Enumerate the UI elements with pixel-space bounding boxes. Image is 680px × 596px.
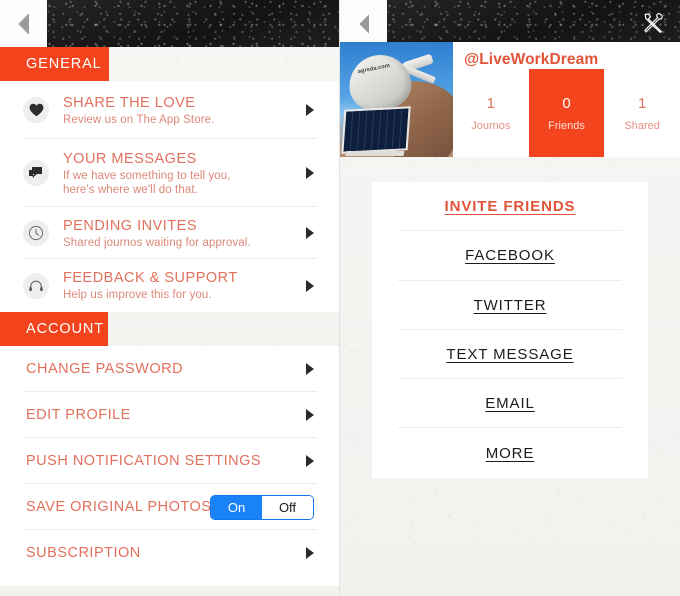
list-item-subtitle: Review us on The App Store. xyxy=(63,113,215,126)
profile-card: agreda.com @LiveWorkDream 1 Journos 0 Fr… xyxy=(340,42,680,157)
wrench-screwdriver-icon xyxy=(644,13,663,33)
list-item-share-the-love[interactable]: SHARE THE LOVE Review us on The App Stor… xyxy=(0,81,339,139)
list-item-change-password[interactable]: CHANGE PASSWORD xyxy=(0,346,339,392)
list-item-text: PENDING INVITES Shared journos waiting f… xyxy=(63,217,294,250)
stat-friends-label: Friends xyxy=(548,120,585,132)
list-item-title: PUSH NOTIFICATION SETTINGS xyxy=(26,453,262,469)
list-item-text: SAVE ORIGINAL PHOTOS xyxy=(26,498,212,516)
list-item-subtitle: If we have something to tell you, here's… xyxy=(63,169,231,196)
profile-stats: 1 Journos 0 Friends 1 Shared xyxy=(453,69,680,157)
invite-option-email[interactable]: EMAIL xyxy=(372,379,648,429)
list-item-title: EDIT PROFILE xyxy=(26,407,131,423)
stat-journos-value: 1 xyxy=(486,95,495,112)
list-item-text: PUSH NOTIFICATION SETTINGS xyxy=(26,452,294,470)
invite-option-facebook[interactable]: FACEBOOK xyxy=(372,231,648,281)
toggle-option-on[interactable]: On xyxy=(211,495,262,519)
list-item-text: CHANGE PASSWORD xyxy=(26,360,294,378)
solar-panel xyxy=(341,106,411,154)
list-item-title: SAVE ORIGINAL PHOTOS xyxy=(26,499,212,515)
stat-shared-value: 1 xyxy=(638,95,647,112)
stat-friends-value: 0 xyxy=(562,95,571,112)
stat-journos[interactable]: 1 Journos xyxy=(453,69,529,157)
chevron-right-icon xyxy=(306,455,314,467)
general-list: SHARE THE LOVE Review us on The App Stor… xyxy=(0,81,339,312)
chevron-right-icon xyxy=(306,227,314,239)
invite-option-label: FACEBOOK xyxy=(465,247,555,265)
back-button[interactable] xyxy=(0,0,47,47)
list-item-title: PENDING INVITES xyxy=(63,217,197,234)
app-root: GENERAL SHARE THE LOVE Review us on The … xyxy=(0,0,680,596)
right-topbar xyxy=(340,0,680,47)
list-item-title: SUBSCRIPTION xyxy=(26,545,141,561)
list-item-title: SHARE THE LOVE xyxy=(63,94,196,111)
solar-panel-base xyxy=(345,151,405,156)
list-item-feedback-support[interactable]: FEEDBACK & SUPPORT Help us improve this … xyxy=(0,259,339,312)
chevron-left-icon xyxy=(17,13,29,34)
invite-option-more[interactable]: MORE xyxy=(372,428,648,477)
section-header-general-label: GENERAL xyxy=(26,56,102,72)
avatar[interactable]: agreda.com xyxy=(340,42,453,157)
chevron-right-icon xyxy=(306,279,314,292)
list-item-text: FEEDBACK & SUPPORT Help us improve this … xyxy=(63,269,294,302)
chevron-right-icon xyxy=(306,104,314,116)
chevron-right-icon xyxy=(306,409,314,421)
invite-option-twitter[interactable]: TWITTER xyxy=(372,281,648,330)
list-item-text: EDIT PROFILE xyxy=(26,406,294,424)
invite-option-label: TEXT MESSAGE xyxy=(446,346,574,364)
chevron-right-icon xyxy=(306,167,314,179)
stat-shared[interactable]: 1 Shared xyxy=(604,69,680,157)
list-item-text: SUBSCRIPTION xyxy=(26,544,294,562)
invite-option-label: TWITTER xyxy=(473,296,547,314)
section-header-account-label: ACCOUNT xyxy=(26,321,104,337)
list-item-pending-invites[interactable]: PENDING INVITES Shared journos waiting f… xyxy=(0,207,339,259)
left-topbar xyxy=(0,0,339,47)
clock-icon xyxy=(23,220,49,246)
invite-option-label: EMAIL xyxy=(485,395,535,413)
headset-icon xyxy=(23,272,49,299)
list-item-push-notification-settings[interactable]: PUSH NOTIFICATION SETTINGS xyxy=(0,438,339,484)
chat-bubbles-icon xyxy=(23,160,49,186)
list-item-text: SHARE THE LOVE Review us on The App Stor… xyxy=(63,94,294,127)
back-button[interactable] xyxy=(340,0,387,47)
list-item-title: YOUR MESSAGES xyxy=(63,150,197,167)
section-header-general: GENERAL xyxy=(0,47,109,81)
toggle-option-off[interactable]: Off xyxy=(262,495,313,519)
chevron-left-icon xyxy=(358,14,369,33)
list-item-your-messages[interactable]: YOUR MESSAGES If we have something to te… xyxy=(0,139,339,207)
stat-journos-label: Journos xyxy=(471,120,511,132)
profile-handle: @LiveWorkDream xyxy=(464,51,599,68)
settings-panel: GENERAL SHARE THE LOVE Review us on The … xyxy=(0,0,340,596)
invite-option-text-message[interactable]: TEXT MESSAGE xyxy=(372,330,648,380)
profile-info: @LiveWorkDream 1 Journos 0 Friends 1 Sha… xyxy=(453,42,680,157)
settings-tools-button[interactable] xyxy=(636,7,670,39)
list-item-title: FEEDBACK & SUPPORT xyxy=(63,270,238,286)
heart-icon xyxy=(23,97,49,123)
list-item-save-original-photos[interactable]: SAVE ORIGINAL PHOTOS On Off xyxy=(0,484,339,530)
section-header-account: ACCOUNT xyxy=(0,312,108,346)
list-item-subtitle: Help us improve this for you. xyxy=(63,289,212,301)
stat-friends[interactable]: 0 Friends xyxy=(528,69,605,157)
save-original-photos-toggle[interactable]: On Off xyxy=(210,494,314,520)
stat-shared-label: Shared xyxy=(624,120,660,132)
invite-friends-heading: INVITE FRIENDS xyxy=(372,182,648,232)
profile-panel: agreda.com @LiveWorkDream 1 Journos 0 Fr… xyxy=(340,0,680,596)
list-item-edit-profile[interactable]: EDIT PROFILE xyxy=(0,392,339,438)
account-list: CHANGE PASSWORD EDIT PROFILE PUSH NOTIFI… xyxy=(0,346,339,586)
invite-friends-card: INVITE FRIENDS FACEBOOK TWITTER TEXT MES… xyxy=(372,182,648,478)
list-item-title: CHANGE PASSWORD xyxy=(26,361,184,377)
chevron-right-icon xyxy=(306,547,314,559)
chevron-right-icon xyxy=(306,363,314,375)
list-item-text: YOUR MESSAGES If we have something to te… xyxy=(63,150,294,197)
list-item-subscription[interactable]: SUBSCRIPTION xyxy=(0,530,339,576)
header-texture xyxy=(47,0,339,47)
invite-friends-heading-label: INVITE FRIENDS xyxy=(444,198,576,216)
list-item-subtitle: Shared journos waiting for approval. xyxy=(63,236,251,249)
invite-option-label: MORE xyxy=(485,444,535,462)
